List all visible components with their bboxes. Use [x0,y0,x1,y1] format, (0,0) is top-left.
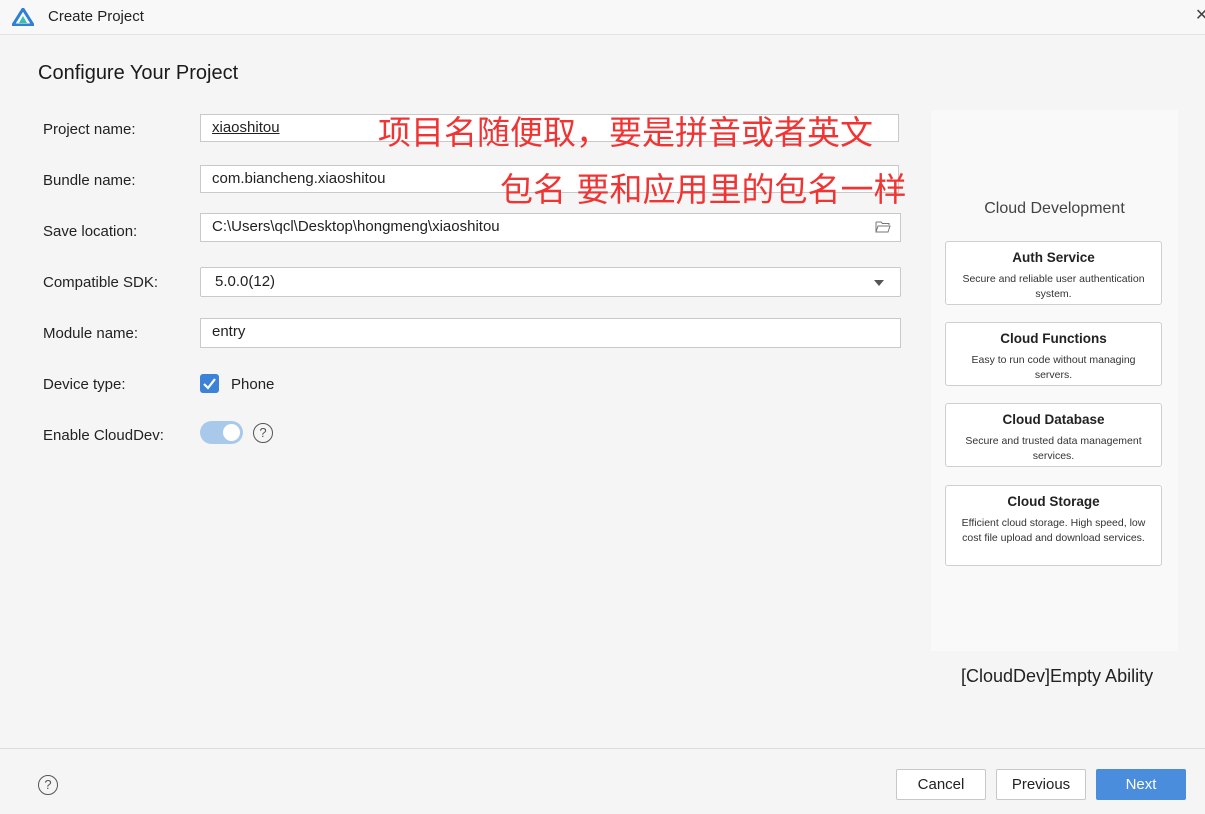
help-icon[interactable]: ? [38,775,58,795]
phone-checkbox[interactable] [200,374,219,393]
clouddev-toggle[interactable] [200,421,243,444]
service-desc: Easy to run code without managing server… [971,354,1136,381]
next-button[interactable]: Next [1096,769,1186,800]
window-title: Create Project [48,8,144,25]
previous-button[interactable]: Previous [996,769,1086,800]
enable-clouddev-label: Enable CloudDev: [43,427,164,444]
phone-checkbox-label: Phone [231,376,275,393]
module-name-value: entry [212,323,246,340]
service-title: Cloud Functions [1000,331,1107,346]
service-title: Cloud Database [1002,412,1105,427]
cloud-development-panel: Cloud Development Auth Service Secure an… [931,110,1178,651]
project-name-label: Project name: [43,121,136,138]
annotation-project-name: 项目名随便取，要是拼音或者英文 [378,113,873,152]
help-icon[interactable]: ? [253,423,273,443]
compatible-sdk-value: 5.0.0(12) [215,273,276,290]
service-title: Auth Service [1012,250,1095,265]
bundle-name-label: Bundle name: [43,172,136,189]
service-card-auth: Auth Service Secure and reliable user au… [945,241,1162,305]
module-name-input[interactable]: entry [200,318,901,348]
save-location-input[interactable]: C:\Users\qcl\Desktop\hongmeng\xiaoshitou [200,213,901,242]
service-card-functions: Cloud Functions Easy to run code without… [945,322,1162,386]
chevron-down-icon [874,280,884,286]
title-bar: Create Project ✕ [0,0,1205,35]
cancel-button[interactable]: Cancel [896,769,986,800]
project-name-value: xiaoshitou [212,119,280,136]
folder-browse-icon[interactable] [875,220,891,234]
cloud-development-heading: Cloud Development [984,200,1125,217]
close-icon[interactable]: ✕ [1195,5,1205,25]
template-name: [CloudDev]Empty Ability [961,666,1154,686]
footer-divider [0,748,1205,749]
toggle-knob [223,424,240,441]
service-desc: Secure and reliable user authentication … [962,273,1145,300]
module-name-label: Module name: [43,325,139,342]
service-desc: Efficient cloud storage. High speed, low… [961,517,1146,544]
page-title: Configure Your Project [38,62,239,84]
service-title: Cloud Storage [1007,494,1100,509]
service-card-database: Cloud Database Secure and trusted data m… [945,403,1162,467]
save-location-value: C:\Users\qcl\Desktop\hongmeng\xiaoshitou [212,218,500,235]
compatible-sdk-label: Compatible SDK: [43,274,159,291]
device-type-label: Device type: [43,376,126,393]
compatible-sdk-select[interactable]: 5.0.0(12) [200,267,901,297]
checkmark-icon [203,378,216,390]
service-card-storage: Cloud Storage Efficient cloud storage. H… [945,485,1162,566]
save-location-label: Save location: [43,223,138,240]
service-desc: Secure and trusted data management servi… [965,435,1142,462]
annotation-bundle-name: 包名 要和应用里的包名一样 [500,170,907,209]
bundle-name-value: com.biancheng.xiaoshitou [212,170,386,187]
app-logo-icon [12,8,34,26]
